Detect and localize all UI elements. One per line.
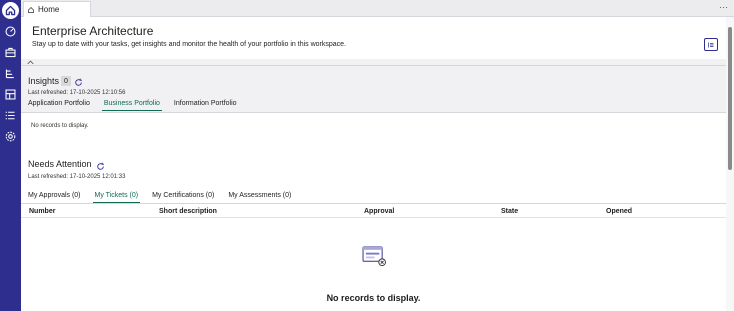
needs-attention-title: Needs Attention bbox=[28, 159, 92, 169]
needs-attention-section bbox=[21, 148, 726, 311]
attention-last-refreshed: Last refreshed: 17-10-2025 12:01:33 bbox=[28, 174, 126, 180]
menu-lines-icon bbox=[708, 42, 714, 47]
tickets-table-header: Number Short description Approval State … bbox=[21, 204, 726, 218]
vertical-scrollbar[interactable] bbox=[726, 17, 734, 311]
sidebar bbox=[0, 0, 21, 311]
column-number[interactable]: Number bbox=[29, 208, 55, 215]
page-title: Enterprise Architecture bbox=[32, 24, 154, 38]
workspace-content: Enterprise Architecture Stay up to date … bbox=[21, 17, 726, 311]
briefcase-icon[interactable] bbox=[3, 45, 18, 60]
empty-state-illustration-icon bbox=[362, 246, 386, 267]
insights-title: Insights bbox=[28, 76, 60, 86]
page-subtitle: Stay up to date with your tasks, get ins… bbox=[32, 41, 347, 48]
tab-my-assessments[interactable]: My Assessments (0) bbox=[228, 192, 291, 203]
insights-last-refreshed: Last refreshed: 17-10-2025 12:10:56 bbox=[28, 90, 126, 96]
tickets-empty-text: No records to display. bbox=[326, 293, 421, 303]
insights-panel: No records to display. bbox=[21, 112, 726, 148]
attention-tabs: My Approvals (0) My Tickets (0) My Certi… bbox=[28, 192, 305, 203]
gear-icon[interactable] bbox=[3, 129, 18, 144]
insights-tabs: Application Portfolio Business Portfolio… bbox=[28, 100, 251, 111]
tab-my-approvals[interactable]: My Approvals (0) bbox=[28, 192, 81, 203]
tab-business-portfolio[interactable]: Business Portfolio bbox=[101, 100, 162, 111]
insights-empty-text: No records to display. bbox=[31, 123, 89, 129]
tab-home[interactable]: Home bbox=[23, 1, 91, 17]
home-tab-icon bbox=[28, 6, 34, 13]
scrollbar-thumb[interactable] bbox=[728, 27, 732, 170]
column-short-description[interactable]: Short description bbox=[159, 208, 217, 215]
column-approval[interactable]: Approval bbox=[364, 208, 394, 215]
page-header: Enterprise Architecture Stay up to date … bbox=[21, 17, 726, 59]
refresh-icon[interactable] bbox=[96, 162, 105, 171]
tab-my-certifications[interactable]: My Certifications (0) bbox=[152, 192, 214, 203]
tab-information-portfolio[interactable]: Information Portfolio bbox=[174, 100, 237, 111]
hierarchy-icon[interactable] bbox=[3, 66, 18, 81]
tab-home-label: Home bbox=[38, 5, 60, 14]
refresh-icon[interactable] bbox=[74, 78, 83, 87]
column-opened[interactable]: Opened bbox=[606, 208, 632, 215]
tab-application-portfolio[interactable]: Application Portfolio bbox=[28, 100, 90, 111]
column-state[interactable]: State bbox=[501, 208, 518, 215]
home-icon[interactable] bbox=[2, 2, 19, 19]
tab-bar: Home ··· bbox=[21, 0, 734, 17]
panel-toggle-button[interactable] bbox=[704, 38, 718, 51]
insights-count-badge: 0 bbox=[61, 76, 71, 86]
list-icon[interactable] bbox=[3, 108, 18, 123]
tab-my-tickets[interactable]: My Tickets (0) bbox=[92, 192, 141, 203]
divider bbox=[21, 65, 726, 66]
table-icon[interactable] bbox=[3, 87, 18, 102]
more-options-button[interactable]: ··· bbox=[719, 2, 728, 12]
dashboard-icon[interactable] bbox=[3, 24, 18, 39]
